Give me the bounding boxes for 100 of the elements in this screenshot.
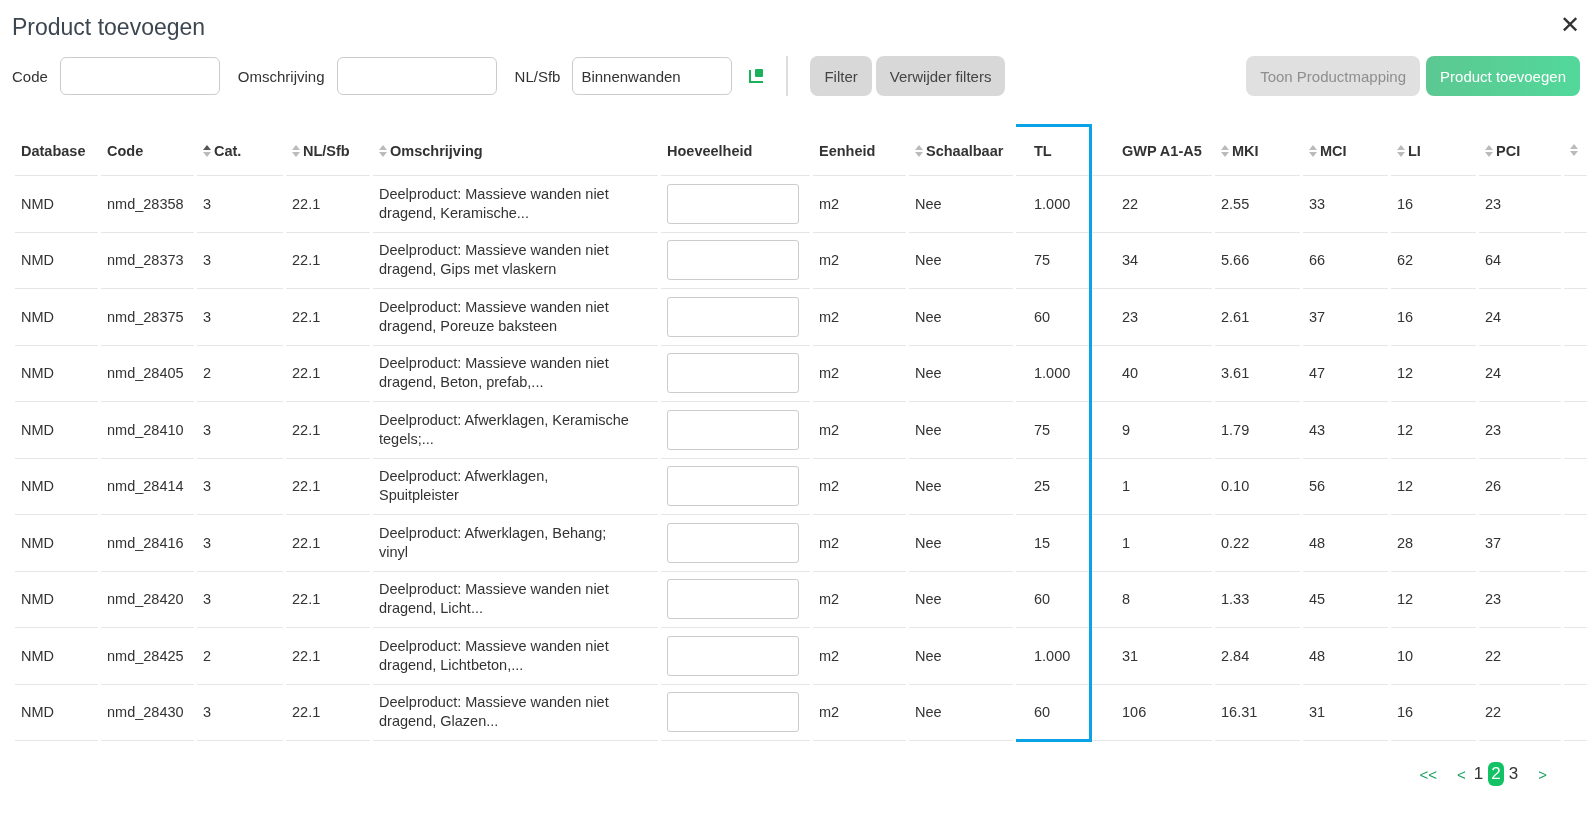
database-cell: NMD (21, 478, 55, 495)
scalable-cell: Nee (915, 534, 942, 551)
page-link[interactable]: > (1535, 763, 1550, 785)
code-cell: nmd_28425 (107, 647, 184, 664)
page-link[interactable]: < (1454, 763, 1469, 785)
quantity-field[interactable] (667, 183, 799, 224)
database-cell: NMD (21, 591, 55, 608)
li-cell: 16 (1397, 195, 1414, 212)
scalable-cell: Nee (915, 365, 942, 382)
quantity-field[interactable] (667, 692, 799, 733)
mki-cell: 2.55 (1221, 195, 1250, 212)
mci-cell: 66 (1309, 252, 1326, 269)
scalable-cell: Nee (915, 647, 942, 664)
quantity-field[interactable] (667, 353, 799, 394)
close-button[interactable]: ✕ (1556, 11, 1584, 39)
quantity-field[interactable] (667, 296, 799, 337)
mci-cell: 45 (1309, 591, 1326, 608)
page-link[interactable]: 1 (1470, 762, 1487, 786)
li-cell: 12 (1397, 478, 1414, 495)
quantity-field[interactable] (667, 635, 799, 676)
code-cell: nmd_28375 (107, 308, 184, 325)
li-cell: 62 (1397, 252, 1414, 269)
nlsfb-cell: 22.1 (292, 365, 321, 382)
tl-cell: 1.000 (1034, 195, 1071, 212)
pci-cell: 22 (1485, 647, 1502, 664)
mki-cell: 2.84 (1221, 647, 1250, 664)
filter-field[interactable]: Binnenwanden (572, 57, 733, 95)
gwp-cell: 8 (1122, 591, 1131, 608)
database-cell: NMD (21, 365, 55, 382)
column-header: MKI (1213, 125, 1302, 176)
filter-field[interactable] (59, 57, 220, 95)
category-cell: 2 (203, 647, 212, 664)
database-cell: NMD (21, 308, 55, 325)
unit-cell: m2 (819, 195, 840, 212)
quantity-field[interactable] (667, 466, 799, 507)
code-cell: nmd_28373 (107, 252, 184, 269)
mki-cell: 0.22 (1221, 534, 1250, 551)
tl-cell: 75 (1034, 252, 1051, 269)
column-header: PCI (1477, 125, 1563, 176)
description-cell-text: Deelproduct: Massieve wanden niet dragend, Poreuze baksteen (379, 297, 610, 336)
database-cell: NMD (21, 534, 55, 551)
nlsfb-cell: 22.1 (292, 647, 321, 664)
description-cell-text: Deelproduct: Massieve wanden niet dragend, Keramische... (379, 184, 610, 223)
category-cell: 3 (203, 478, 212, 495)
unit-cell: m2 (819, 534, 840, 551)
gwp-cell: 1 (1122, 478, 1131, 495)
pci-cell: 24 (1485, 365, 1502, 382)
quantity-field[interactable] (667, 522, 799, 563)
page-link[interactable]: 3 (1505, 762, 1522, 786)
gwp-cell: 34 (1122, 252, 1139, 269)
nlsfb-cell: 22.1 (292, 704, 321, 721)
database-cell: NMD (21, 704, 55, 721)
nlsfb-cell: 22.1 (292, 478, 321, 495)
li-cell: 10 (1397, 647, 1414, 664)
mci-cell: 43 (1309, 421, 1326, 438)
nlsfb-cell: 22.1 (292, 421, 321, 438)
pci-cell: 23 (1485, 421, 1502, 438)
unit-cell: m2 (819, 252, 840, 269)
filter-label: Omschrijving (237, 67, 325, 85)
filter-label: Code (12, 67, 48, 85)
sort-icon[interactable] (203, 144, 211, 157)
pci-cell: 26 (1485, 478, 1502, 495)
quantity-field[interactable] (667, 579, 799, 620)
unit-cell: m2 (819, 647, 840, 664)
filter-button[interactable]: Verwijder filters (875, 56, 1006, 96)
nlsfb-cell: 22.1 (292, 308, 321, 325)
nlsfb-cell: 22.1 (292, 591, 321, 608)
unit-cell: m2 (819, 478, 840, 495)
tl-cell: 1.000 (1034, 647, 1071, 664)
gwp-cell: 106 (1122, 704, 1147, 721)
category-cell: 3 (203, 252, 212, 269)
quantity-field[interactable] (667, 240, 799, 281)
description-cell-text: Deelproduct: Massieve wanden niet dragend, Lichtbeton,... (379, 636, 610, 675)
mki-cell: 16.31 (1221, 704, 1258, 721)
mki-cell: 1.33 (1221, 591, 1250, 608)
page-link[interactable]: << (1416, 763, 1441, 785)
gwp-cell: 23 (1122, 308, 1139, 325)
filter-button[interactable]: Filter (810, 56, 872, 96)
category-cell: 3 (203, 534, 212, 551)
column-header: TL (1014, 125, 1091, 176)
description-cell-text: Deelproduct: Massieve wanden niet dragend, Licht... (379, 580, 610, 619)
code-cell: nmd_28405 (107, 365, 184, 382)
li-cell: 28 (1397, 534, 1414, 551)
unit-cell: m2 (819, 704, 840, 721)
mci-cell: 56 (1309, 478, 1326, 495)
li-cell: 12 (1397, 591, 1414, 608)
description-cell-text: Deelproduct: Massieve wanden niet dragend, Gips met vlaskern (379, 241, 610, 280)
column-header: LI (1389, 125, 1478, 176)
mci-cell: 33 (1309, 195, 1326, 212)
scalable-cell: Nee (915, 591, 942, 608)
filter-field[interactable] (336, 57, 497, 95)
scalable-cell: Nee (915, 195, 942, 212)
unit-cell: m2 (819, 365, 840, 382)
code-cell: nmd_28414 (107, 478, 184, 495)
quantity-field[interactable] (667, 409, 799, 450)
code-cell: nmd_28410 (107, 421, 184, 438)
unit-cell: m2 (819, 308, 840, 325)
mki-cell: 0.10 (1221, 478, 1250, 495)
description-cell-text: Deelproduct: Massieve wanden niet dragend, Glazen... (379, 693, 610, 732)
column-header: Eenheid (811, 125, 908, 176)
